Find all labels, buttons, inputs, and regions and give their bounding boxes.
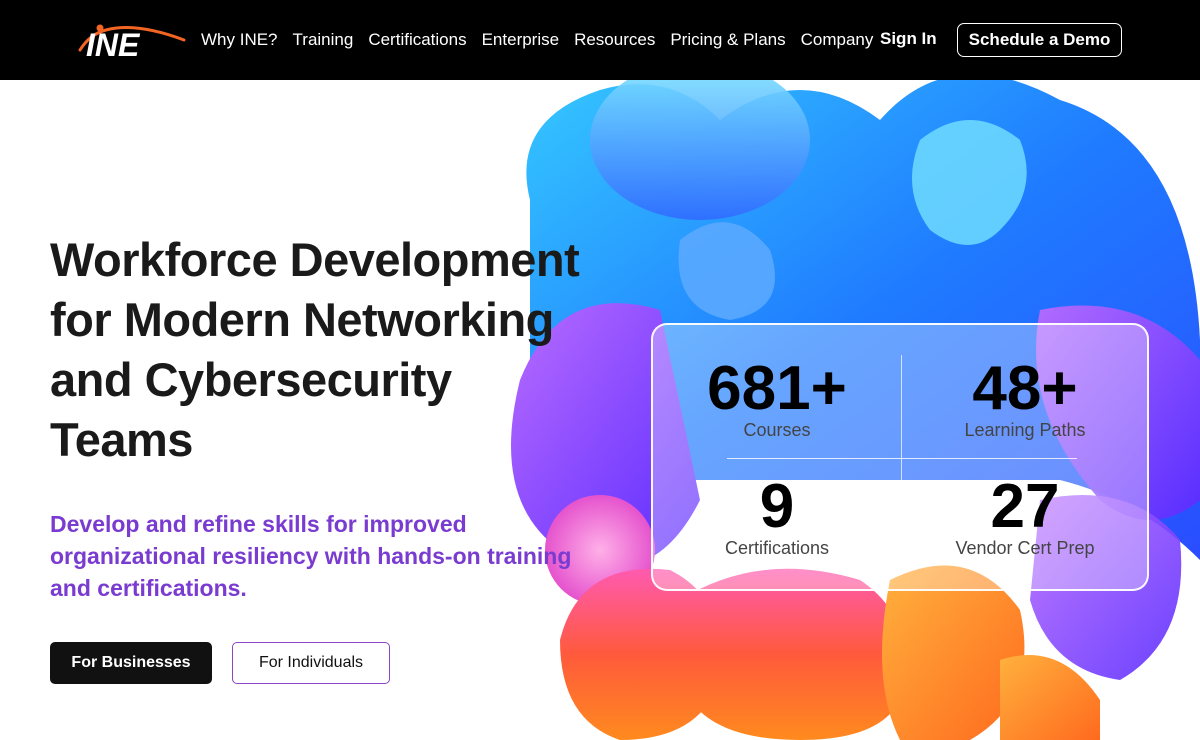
- stat-courses: 681+ Courses: [653, 357, 901, 441]
- for-individuals-button[interactable]: For Individuals: [232, 642, 390, 684]
- hero-title: Workforce Development for Modern Network…: [50, 230, 610, 470]
- hero-title-line: for Modern Networking: [50, 293, 554, 346]
- stat-value: 9: [759, 472, 795, 541]
- hero-title-line: Workforce Development: [50, 233, 580, 286]
- hero-title-line: and Cybersecurity: [50, 353, 452, 406]
- nav-link-training[interactable]: Training: [293, 30, 354, 50]
- stat-value: 27: [990, 472, 1060, 541]
- nav-link-resources[interactable]: Resources: [574, 30, 655, 50]
- stat-certifications: 9 Certifications: [653, 475, 901, 559]
- nav-links: Why INE? Training Certifications Enterpr…: [201, 0, 888, 80]
- stats-divider-horizontal: [727, 458, 1077, 459]
- stat-learning-paths: 48+ Learning Paths: [901, 357, 1149, 441]
- for-businesses-button[interactable]: For Businesses: [50, 642, 212, 684]
- nav-link-company[interactable]: Company: [801, 30, 874, 50]
- nav-link-enterprise[interactable]: Enterprise: [482, 30, 559, 50]
- hero-subtitle-line: and certifications.: [50, 575, 247, 601]
- hero-subtitle: Develop and refine skills for improved o…: [50, 508, 610, 604]
- logo-wordmark: INE: [86, 27, 141, 60]
- nav-link-why-ine[interactable]: Why INE?: [201, 30, 278, 50]
- stat-label: Vendor Cert Prep: [955, 538, 1095, 558]
- ine-logo[interactable]: INE: [76, 20, 188, 60]
- stat-value: 681+: [707, 354, 847, 423]
- stat-label: Courses: [743, 420, 811, 440]
- stat-vendor-cert-prep: 27 Vendor Cert Prep: [901, 475, 1149, 559]
- sign-in-link[interactable]: Sign In: [880, 29, 937, 49]
- hero-subtitle-line: organizational resiliency with hands-on …: [50, 543, 572, 569]
- stat-value: 48+: [972, 354, 1078, 423]
- nav-link-pricing[interactable]: Pricing & Plans: [670, 30, 785, 50]
- top-nav: INE Why INE? Training Certifications Ent…: [0, 0, 1200, 80]
- stat-label: Learning Paths: [964, 420, 1086, 440]
- stats-card: 681+ Courses 48+ Learning Paths 9 Certif…: [651, 323, 1149, 591]
- hero-title-line: Teams: [50, 413, 193, 466]
- stat-label: Certifications: [724, 538, 830, 558]
- hero-subtitle-line: Develop and refine skills for improved: [50, 511, 467, 537]
- schedule-demo-button[interactable]: Schedule a Demo: [957, 23, 1122, 57]
- nav-link-certifications[interactable]: Certifications: [368, 30, 466, 50]
